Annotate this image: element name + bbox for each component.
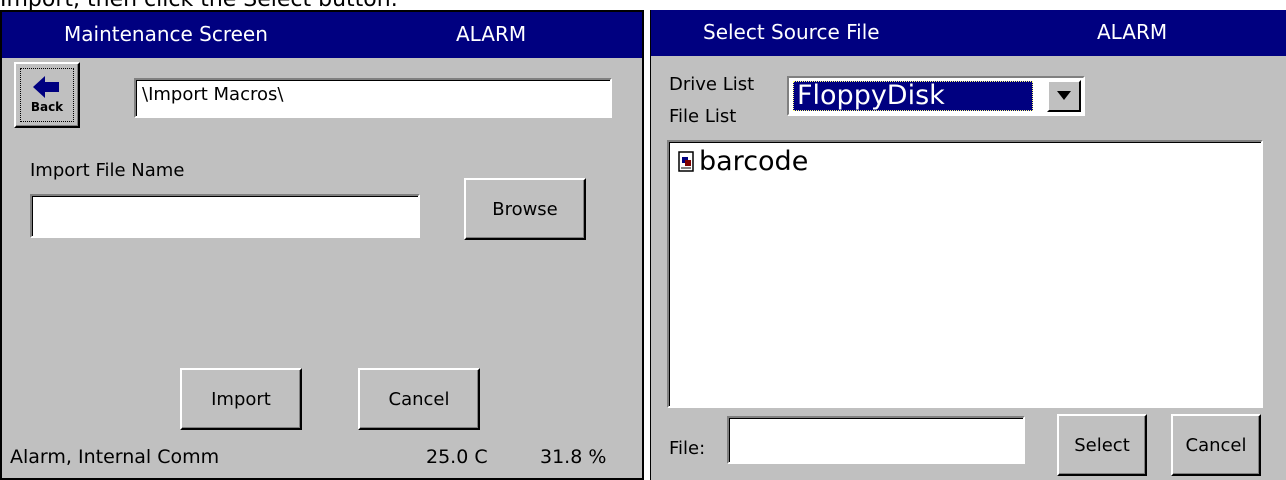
drive-selected-value: FloppyDisk bbox=[793, 81, 1033, 111]
drive-list-label: Drive List bbox=[669, 74, 755, 95]
file-list-label: File List bbox=[669, 106, 737, 127]
document-icon bbox=[678, 150, 694, 172]
file-name: barcode bbox=[699, 146, 809, 177]
maintenance-screen: Maintenance Screen ALARM Back \Import Ma… bbox=[0, 10, 644, 480]
chevron-down-icon bbox=[1057, 91, 1071, 100]
file-list[interactable]: barcode bbox=[667, 140, 1263, 408]
select-source-file-screen: Select Source File ALARM Drive List File… bbox=[650, 10, 1286, 480]
alarm-indicator: ALARM bbox=[1097, 20, 1168, 44]
file-label: File: bbox=[669, 438, 706, 459]
status-text: Alarm, Internal Comm bbox=[10, 446, 220, 468]
temperature-readout: 25.0 C bbox=[426, 446, 488, 468]
import-file-name-label: Import File Name bbox=[30, 160, 185, 181]
window-title: Select Source File bbox=[703, 20, 880, 44]
dropdown-arrow-button[interactable] bbox=[1047, 80, 1081, 112]
browse-button[interactable]: Browse bbox=[464, 178, 586, 240]
cancel-button[interactable]: Cancel bbox=[358, 368, 480, 430]
alarm-indicator: ALARM bbox=[456, 22, 527, 46]
drive-list-dropdown[interactable]: FloppyDisk bbox=[787, 76, 1085, 116]
back-arrow-icon bbox=[33, 76, 59, 98]
title-bar: Maintenance Screen ALARM bbox=[2, 12, 642, 58]
select-button[interactable]: Select bbox=[1057, 414, 1147, 476]
back-label: Back bbox=[30, 100, 64, 114]
import-file-name-input[interactable] bbox=[30, 194, 420, 238]
window-title: Maintenance Screen bbox=[64, 22, 268, 46]
humidity-readout: 31.8 % bbox=[540, 446, 607, 468]
cancel-button[interactable]: Cancel bbox=[1171, 414, 1261, 476]
import-button[interactable]: Import bbox=[180, 368, 302, 430]
list-item[interactable]: barcode bbox=[677, 146, 808, 177]
title-bar: Select Source File ALARM bbox=[651, 10, 1286, 56]
macro-path-field[interactable]: \Import Macros\ bbox=[134, 78, 612, 118]
instruction-caption: Import, then click the Select button. bbox=[0, 0, 398, 11]
back-button[interactable]: Back bbox=[14, 62, 80, 128]
file-name-input[interactable] bbox=[727, 416, 1025, 464]
